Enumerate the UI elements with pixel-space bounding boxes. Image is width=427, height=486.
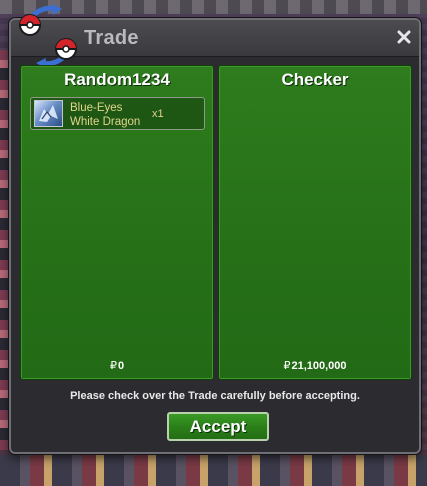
window-title: Trade [84,27,139,49]
currency-symbol: ₽ [109,360,117,372]
partner-offer-panel: Checker ₽21,100,000 [218,65,412,380]
item-name: Blue-Eyes White Dragon [70,101,155,129]
trade-logo-icon [19,4,77,68]
close-icon [397,30,411,44]
accept-button[interactable]: Accept [167,412,269,441]
trade-window: Trade Random1234 Blue-Eyes White Dragon … [9,4,421,454]
money-amount-right: 21,100,000 [291,360,347,372]
item-name-line2: White Dragon [70,116,141,128]
card-icon [34,100,63,127]
currency-symbol: ₽ [283,360,291,372]
player-name-right: Checker [281,70,349,89]
trade-notice: Please check over the Trade carefully be… [70,390,360,402]
my-offer-panel: Random1234 Blue-Eyes White Dragon x1 ₽0 [20,65,214,380]
close-button[interactable] [393,26,415,48]
offer-money-right: ₽21,100,000 [219,359,411,372]
offer-money-left: ₽0 [21,359,213,372]
item-quantity: x1 [152,108,164,120]
background-tiles-bottom [0,455,427,486]
trade-item-slot[interactable]: Blue-Eyes White Dragon x1 [30,97,205,130]
item-name-line1: Blue-Eyes [70,102,123,114]
money-amount-left: 0 [117,360,125,372]
player-name-left: Random1234 [64,70,170,89]
